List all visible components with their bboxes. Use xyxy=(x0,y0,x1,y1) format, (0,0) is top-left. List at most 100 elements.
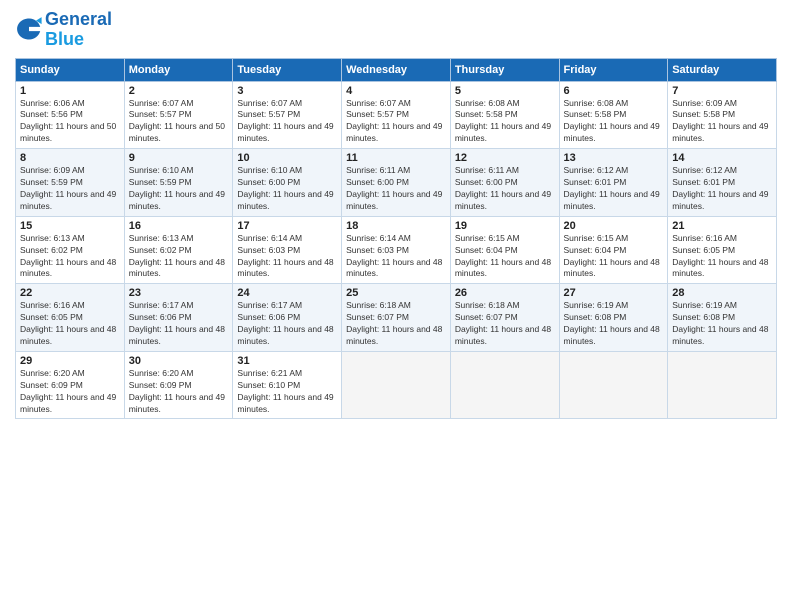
header-friday: Friday xyxy=(559,58,668,81)
day-number: 15 xyxy=(20,220,120,232)
day-info: Sunrise: 6:17 AM Sunset: 6:06 PM Dayligh… xyxy=(129,300,229,348)
table-row: 23 Sunrise: 6:17 AM Sunset: 6:06 PM Dayl… xyxy=(124,284,233,352)
header-wednesday: Wednesday xyxy=(342,58,451,81)
day-number: 29 xyxy=(20,355,120,367)
day-number: 30 xyxy=(129,355,229,367)
table-row: 7 Sunrise: 6:09 AM Sunset: 5:58 PM Dayli… xyxy=(668,81,777,149)
day-info: Sunrise: 6:16 AM Sunset: 6:05 PM Dayligh… xyxy=(672,233,772,281)
table-row: 28 Sunrise: 6:19 AM Sunset: 6:08 PM Dayl… xyxy=(668,284,777,352)
day-info: Sunrise: 6:17 AM Sunset: 6:06 PM Dayligh… xyxy=(237,300,337,348)
day-info: Sunrise: 6:11 AM Sunset: 6:00 PM Dayligh… xyxy=(346,165,446,213)
day-number: 9 xyxy=(129,152,229,164)
day-info: Sunrise: 6:19 AM Sunset: 6:08 PM Dayligh… xyxy=(564,300,664,348)
table-row: 15 Sunrise: 6:13 AM Sunset: 6:02 PM Dayl… xyxy=(16,216,125,284)
day-info: Sunrise: 6:13 AM Sunset: 6:02 PM Dayligh… xyxy=(20,233,120,281)
day-info: Sunrise: 6:09 AM Sunset: 5:59 PM Dayligh… xyxy=(20,165,120,213)
day-number: 1 xyxy=(20,85,120,97)
day-info: Sunrise: 6:13 AM Sunset: 6:02 PM Dayligh… xyxy=(129,233,229,281)
table-row: 4 Sunrise: 6:07 AM Sunset: 5:57 PM Dayli… xyxy=(342,81,451,149)
table-row: 12 Sunrise: 6:11 AM Sunset: 6:00 PM Dayl… xyxy=(450,149,559,217)
logo: General Blue xyxy=(15,10,112,50)
day-number: 4 xyxy=(346,85,446,97)
table-row: 3 Sunrise: 6:07 AM Sunset: 5:57 PM Dayli… xyxy=(233,81,342,149)
header-thursday: Thursday xyxy=(450,58,559,81)
logo-icon xyxy=(15,15,43,43)
day-number: 22 xyxy=(20,287,120,299)
table-row: 19 Sunrise: 6:15 AM Sunset: 6:04 PM Dayl… xyxy=(450,216,559,284)
table-row xyxy=(342,351,451,419)
table-row: 8 Sunrise: 6:09 AM Sunset: 5:59 PM Dayli… xyxy=(16,149,125,217)
day-info: Sunrise: 6:07 AM Sunset: 5:57 PM Dayligh… xyxy=(129,98,229,146)
table-row: 6 Sunrise: 6:08 AM Sunset: 5:58 PM Dayli… xyxy=(559,81,668,149)
table-row: 13 Sunrise: 6:12 AM Sunset: 6:01 PM Dayl… xyxy=(559,149,668,217)
table-row: 9 Sunrise: 6:10 AM Sunset: 5:59 PM Dayli… xyxy=(124,149,233,217)
day-number: 19 xyxy=(455,220,555,232)
day-number: 2 xyxy=(129,85,229,97)
page-header: General Blue xyxy=(15,10,777,50)
calendar-week-row: 1 Sunrise: 6:06 AM Sunset: 5:56 PM Dayli… xyxy=(16,81,777,149)
day-number: 5 xyxy=(455,85,555,97)
table-row: 29 Sunrise: 6:20 AM Sunset: 6:09 PM Dayl… xyxy=(16,351,125,419)
day-info: Sunrise: 6:14 AM Sunset: 6:03 PM Dayligh… xyxy=(237,233,337,281)
table-row: 17 Sunrise: 6:14 AM Sunset: 6:03 PM Dayl… xyxy=(233,216,342,284)
table-row: 11 Sunrise: 6:11 AM Sunset: 6:00 PM Dayl… xyxy=(342,149,451,217)
calendar-week-row: 29 Sunrise: 6:20 AM Sunset: 6:09 PM Dayl… xyxy=(16,351,777,419)
table-row: 26 Sunrise: 6:18 AM Sunset: 6:07 PM Dayl… xyxy=(450,284,559,352)
day-info: Sunrise: 6:20 AM Sunset: 6:09 PM Dayligh… xyxy=(129,368,229,416)
table-row: 30 Sunrise: 6:20 AM Sunset: 6:09 PM Dayl… xyxy=(124,351,233,419)
day-number: 23 xyxy=(129,287,229,299)
day-info: Sunrise: 6:09 AM Sunset: 5:58 PM Dayligh… xyxy=(672,98,772,146)
day-number: 11 xyxy=(346,152,446,164)
day-info: Sunrise: 6:12 AM Sunset: 6:01 PM Dayligh… xyxy=(564,165,664,213)
day-info: Sunrise: 6:06 AM Sunset: 5:56 PM Dayligh… xyxy=(20,98,120,146)
day-info: Sunrise: 6:20 AM Sunset: 6:09 PM Dayligh… xyxy=(20,368,120,416)
table-row: 22 Sunrise: 6:16 AM Sunset: 6:05 PM Dayl… xyxy=(16,284,125,352)
day-number: 31 xyxy=(237,355,337,367)
day-info: Sunrise: 6:11 AM Sunset: 6:00 PM Dayligh… xyxy=(455,165,555,213)
day-number: 8 xyxy=(20,152,120,164)
table-row: 24 Sunrise: 6:17 AM Sunset: 6:06 PM Dayl… xyxy=(233,284,342,352)
table-row: 25 Sunrise: 6:18 AM Sunset: 6:07 PM Dayl… xyxy=(342,284,451,352)
table-row: 10 Sunrise: 6:10 AM Sunset: 6:00 PM Dayl… xyxy=(233,149,342,217)
day-info: Sunrise: 6:15 AM Sunset: 6:04 PM Dayligh… xyxy=(455,233,555,281)
header-saturday: Saturday xyxy=(668,58,777,81)
table-row: 27 Sunrise: 6:19 AM Sunset: 6:08 PM Dayl… xyxy=(559,284,668,352)
day-info: Sunrise: 6:10 AM Sunset: 5:59 PM Dayligh… xyxy=(129,165,229,213)
day-info: Sunrise: 6:07 AM Sunset: 5:57 PM Dayligh… xyxy=(346,98,446,146)
day-number: 3 xyxy=(237,85,337,97)
table-row: 14 Sunrise: 6:12 AM Sunset: 6:01 PM Dayl… xyxy=(668,149,777,217)
day-number: 12 xyxy=(455,152,555,164)
header-tuesday: Tuesday xyxy=(233,58,342,81)
day-number: 25 xyxy=(346,287,446,299)
table-row: 2 Sunrise: 6:07 AM Sunset: 5:57 PM Dayli… xyxy=(124,81,233,149)
day-number: 18 xyxy=(346,220,446,232)
day-number: 27 xyxy=(564,287,664,299)
header-monday: Monday xyxy=(124,58,233,81)
day-number: 6 xyxy=(564,85,664,97)
day-number: 21 xyxy=(672,220,772,232)
day-number: 7 xyxy=(672,85,772,97)
calendar-week-row: 8 Sunrise: 6:09 AM Sunset: 5:59 PM Dayli… xyxy=(16,149,777,217)
day-info: Sunrise: 6:15 AM Sunset: 6:04 PM Dayligh… xyxy=(564,233,664,281)
day-info: Sunrise: 6:18 AM Sunset: 6:07 PM Dayligh… xyxy=(455,300,555,348)
calendar-week-row: 15 Sunrise: 6:13 AM Sunset: 6:02 PM Dayl… xyxy=(16,216,777,284)
day-number: 24 xyxy=(237,287,337,299)
calendar-week-row: 22 Sunrise: 6:16 AM Sunset: 6:05 PM Dayl… xyxy=(16,284,777,352)
table-row: 20 Sunrise: 6:15 AM Sunset: 6:04 PM Dayl… xyxy=(559,216,668,284)
day-number: 17 xyxy=(237,220,337,232)
day-number: 13 xyxy=(564,152,664,164)
table-row: 5 Sunrise: 6:08 AM Sunset: 5:58 PM Dayli… xyxy=(450,81,559,149)
day-number: 28 xyxy=(672,287,772,299)
day-info: Sunrise: 6:07 AM Sunset: 5:57 PM Dayligh… xyxy=(237,98,337,146)
table-row: 16 Sunrise: 6:13 AM Sunset: 6:02 PM Dayl… xyxy=(124,216,233,284)
logo-text: General Blue xyxy=(45,10,112,50)
day-info: Sunrise: 6:08 AM Sunset: 5:58 PM Dayligh… xyxy=(455,98,555,146)
table-row: 1 Sunrise: 6:06 AM Sunset: 5:56 PM Dayli… xyxy=(16,81,125,149)
page-container: General Blue Sunday Monday Tuesday Wedne… xyxy=(0,0,792,429)
day-info: Sunrise: 6:12 AM Sunset: 6:01 PM Dayligh… xyxy=(672,165,772,213)
day-number: 16 xyxy=(129,220,229,232)
day-info: Sunrise: 6:14 AM Sunset: 6:03 PM Dayligh… xyxy=(346,233,446,281)
day-number: 26 xyxy=(455,287,555,299)
day-info: Sunrise: 6:18 AM Sunset: 6:07 PM Dayligh… xyxy=(346,300,446,348)
table-row: 21 Sunrise: 6:16 AM Sunset: 6:05 PM Dayl… xyxy=(668,216,777,284)
